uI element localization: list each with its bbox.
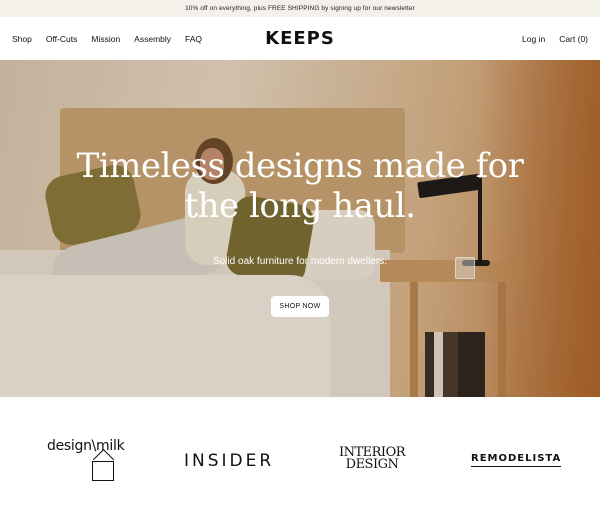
interior-design-logo: INTERIOR DESIGN [334, 446, 410, 472]
hero-subtitle: Solid oak furniture for modern dwellers. [213, 256, 387, 267]
press-logos: design\milk INSIDER INTERIOR DESIGN REMO… [0, 397, 600, 527]
announcement-bar: 10% off on everything, plus FREE SHIPPIN… [0, 0, 600, 17]
brand-logo[interactable]: KEEPS [265, 28, 335, 49]
remodelista-logo: REMODELISTA [471, 453, 562, 467]
nav-item-assembly[interactable]: Assembly [134, 34, 171, 44]
login-link[interactable]: Log in [522, 34, 545, 44]
nav-item-faq[interactable]: FAQ [185, 34, 202, 44]
nav-item-off-cuts[interactable]: Off-Cuts [46, 34, 78, 44]
image-overlay [0, 60, 600, 397]
insider-logo: INSIDER [184, 451, 275, 471]
interior-design-logo-line2: DESIGN [345, 457, 399, 472]
top-navigation: Shop Off-Cuts Mission Assembly FAQ KEEPS… [0, 17, 600, 60]
nav-item-shop[interactable]: Shop [12, 34, 32, 44]
shop-now-button[interactable]: SHOP NOW [271, 296, 329, 317]
account-nav: Log in Cart (0) [508, 17, 588, 60]
hero-title: Timeless designs made for the long haul. [0, 146, 600, 226]
hero-title-line1: Timeless designs made for [76, 146, 524, 186]
milk-carton-icon [92, 461, 114, 481]
design-milk-logo: design\milk [47, 438, 125, 454]
primary-nav: Shop Off-Cuts Mission Assembly FAQ [12, 17, 216, 60]
cart-link[interactable]: Cart (0) [559, 34, 588, 44]
announcement-text: 10% off on everything, plus FREE SHIPPIN… [185, 5, 415, 12]
hero-banner: Timeless designs made for the long haul.… [0, 60, 600, 397]
nav-item-mission[interactable]: Mission [91, 34, 120, 44]
hero-title-line2: the long haul. [184, 186, 416, 226]
